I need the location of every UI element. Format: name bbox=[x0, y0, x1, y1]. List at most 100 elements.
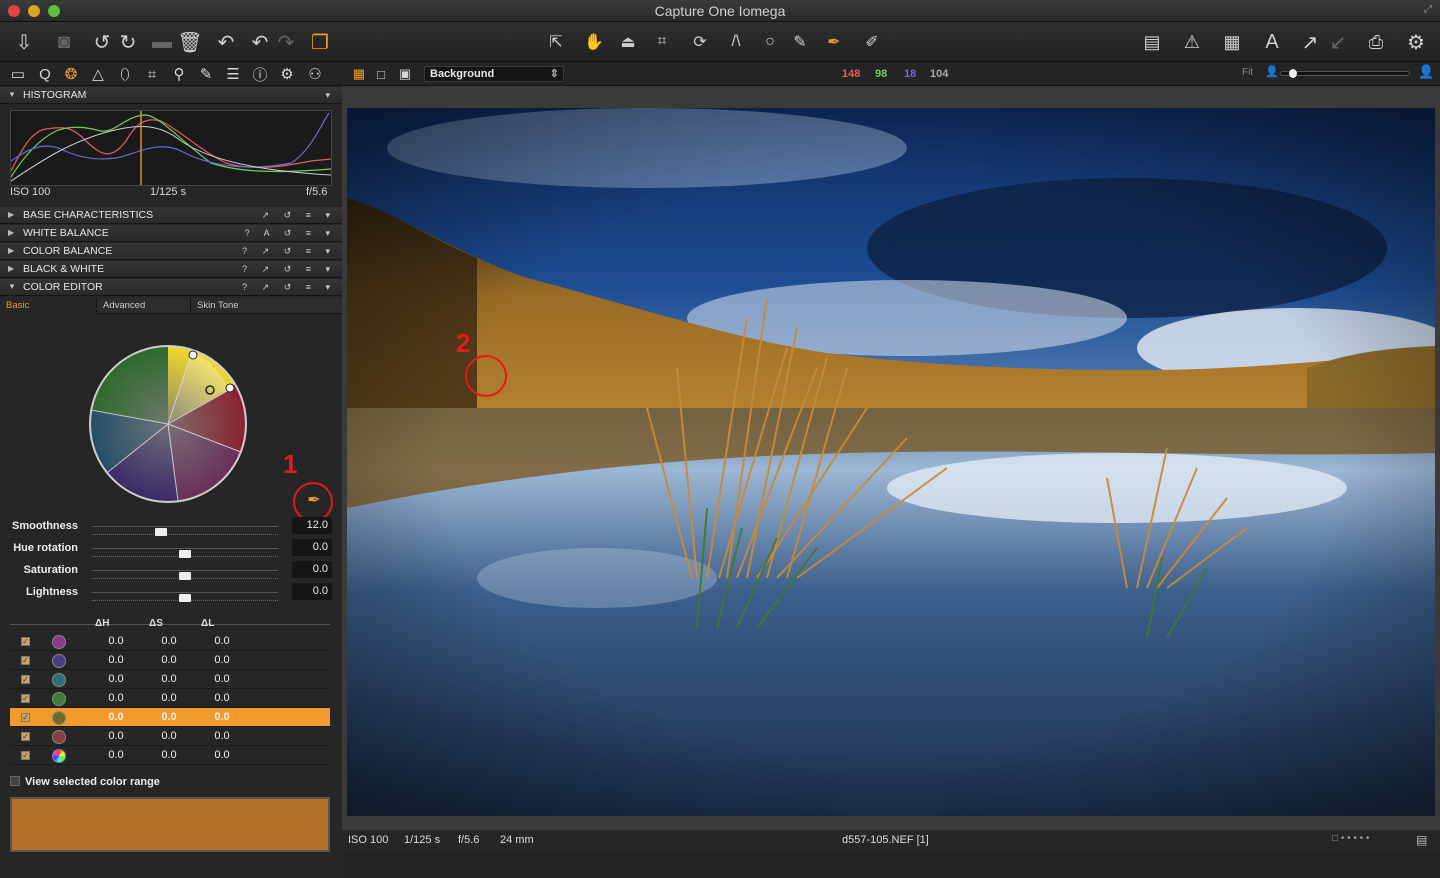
color-tag-icon[interactable]: ▤ bbox=[1416, 833, 1427, 847]
row-checkbox[interactable]: ✓ bbox=[21, 713, 30, 722]
single-view-icon[interactable]: □ bbox=[371, 65, 391, 83]
info-icon[interactable]: ⓘ bbox=[250, 65, 270, 84]
preferences-icon[interactable]: ⚙ bbox=[1402, 28, 1430, 56]
rating-icon[interactable]: □ • • • • • bbox=[1332, 833, 1369, 844]
white-balance-picker-icon[interactable]: ✐ bbox=[858, 28, 886, 56]
row-checkbox[interactable]: ✓ bbox=[21, 694, 30, 703]
focus-icon[interactable]: ⚲ bbox=[169, 65, 189, 83]
layout-icon[interactable]: ▤ bbox=[1138, 28, 1166, 56]
smoothness-knob[interactable] bbox=[154, 528, 167, 536]
grid-view-icon[interactable]: ▦ bbox=[349, 65, 369, 83]
section-controls[interactable]: ? ↗ ↺ ≡ ▾ bbox=[242, 279, 336, 295]
section-controls[interactable]: ↗ ↺ ≡ ▾ bbox=[262, 207, 336, 223]
row-dh[interactable]: 0.0 bbox=[96, 654, 136, 666]
redo-right-icon[interactable]: ↷ bbox=[272, 28, 300, 56]
row-dh[interactable]: 0.0 bbox=[96, 635, 136, 647]
keystone-icon[interactable]: /\ bbox=[722, 28, 750, 56]
row-dl[interactable]: 0.0 bbox=[202, 711, 242, 723]
row-checkbox[interactable]: ✓ bbox=[21, 751, 30, 760]
trash-icon[interactable]: 🗑 bbox=[176, 28, 204, 56]
white-balance-header[interactable]: ▶ WHITE BALANCE ? A ↺ ≡ ▾ bbox=[0, 225, 342, 242]
row-checkbox[interactable]: ✓ bbox=[21, 675, 30, 684]
lightness-knob[interactable] bbox=[179, 594, 191, 602]
row-ds[interactable]: 0.0 bbox=[149, 635, 189, 647]
section-controls[interactable]: ? ↗ ↺ ≡ ▾ bbox=[242, 243, 336, 259]
landscape-photo[interactable] bbox=[347, 108, 1435, 816]
lens-icon[interactable]: ⬯ bbox=[115, 65, 135, 83]
color-range-row[interactable]: ✓ 0.0 0.0 0.0 bbox=[10, 727, 330, 746]
histogram-header[interactable]: ▼ HISTOGRAM ▾ bbox=[0, 87, 342, 104]
black-white-header[interactable]: ▶ BLACK & WHITE ? ↗ ↺ ≡ ▾ bbox=[0, 261, 342, 278]
color-range-row[interactable]: ✓ 0.0 0.0 0.0 bbox=[10, 651, 330, 670]
crop-icon[interactable]: ⌗ bbox=[142, 65, 162, 83]
brush-icon[interactable]: ✎ bbox=[786, 28, 814, 56]
redo-left-icon[interactable]: ↶ bbox=[246, 28, 274, 56]
rotate-left-icon[interactable]: ↺ bbox=[88, 28, 116, 56]
color-wheel[interactable] bbox=[88, 344, 248, 504]
row-dh[interactable]: 0.0 bbox=[96, 749, 136, 761]
row-dl[interactable]: 0.0 bbox=[202, 692, 242, 704]
row-ds[interactable]: 0.0 bbox=[149, 673, 189, 685]
row-dl[interactable]: 0.0 bbox=[202, 654, 242, 666]
saturation-value[interactable]: 0.0 bbox=[292, 561, 332, 578]
camera-icon[interactable]: ◙ bbox=[50, 28, 78, 56]
hue-rotation-slider[interactable] bbox=[92, 548, 278, 549]
row-ds[interactable]: 0.0 bbox=[149, 749, 189, 761]
print-icon[interactable]: ⎙ bbox=[1362, 28, 1390, 56]
crop-icon[interactable]: ⌗ bbox=[648, 28, 676, 56]
saturation-knob[interactable] bbox=[179, 572, 191, 580]
tab-advanced[interactable]: Advanced bbox=[97, 298, 191, 314]
variants-icon[interactable]: ❐ bbox=[306, 28, 334, 56]
select-cursor-icon[interactable]: ⇱ bbox=[542, 28, 570, 56]
panel-menu-icon[interactable]: ▾ bbox=[325, 87, 336, 103]
background-select[interactable]: Background ⇕ bbox=[424, 66, 564, 82]
view-selected-checkbox[interactable] bbox=[10, 776, 20, 786]
view-selected-range-toggle[interactable]: View selected color range bbox=[10, 776, 160, 788]
row-dl[interactable]: 0.0 bbox=[202, 749, 242, 761]
tab-skin-tone[interactable]: Skin Tone bbox=[191, 298, 338, 314]
color-picker-icon[interactable]: ✒ bbox=[820, 28, 848, 56]
section-controls[interactable]: ? A ↺ ≡ ▾ bbox=[245, 225, 336, 241]
zoom-slider[interactable] bbox=[1280, 69, 1410, 78]
row-dl[interactable]: 0.0 bbox=[202, 673, 242, 685]
row-ds[interactable]: 0.0 bbox=[149, 711, 189, 723]
row-dl[interactable]: 0.0 bbox=[202, 730, 242, 742]
base-characteristics-header[interactable]: ▶ BASE CHARACTERISTICS ↗ ↺ ≡ ▾ bbox=[0, 207, 342, 224]
tab-basic[interactable]: Basic bbox=[0, 298, 97, 314]
hue-rotation-value[interactable]: 0.0 bbox=[292, 539, 332, 556]
lightness-slider[interactable] bbox=[92, 592, 278, 593]
rotate-right-icon[interactable]: ↻ bbox=[114, 28, 142, 56]
fullscreen-icon[interactable]: ⤢ bbox=[1424, 4, 1432, 15]
row-dh[interactable]: 0.0 bbox=[96, 730, 136, 742]
copy-adjustments-icon[interactable]: ↗ bbox=[1296, 28, 1324, 56]
zoom-slider-knob[interactable] bbox=[1289, 69, 1297, 78]
section-controls[interactable]: ? ↗ ↺ ≡ ▾ bbox=[242, 261, 336, 277]
color-icon[interactable]: ❂ bbox=[61, 65, 81, 83]
color-range-row[interactable]: ✓ 0.0 0.0 0.0 bbox=[10, 689, 330, 708]
row-dh[interactable]: 0.0 bbox=[96, 711, 136, 723]
row-ds[interactable]: 0.0 bbox=[149, 654, 189, 666]
metadata-icon[interactable]: ☰ bbox=[223, 65, 243, 83]
color-balance-header[interactable]: ▶ COLOR BALANCE ? ↗ ↺ ≡ ▾ bbox=[0, 243, 342, 260]
compare-view-icon[interactable]: ▣ bbox=[395, 65, 415, 83]
row-checkbox[interactable]: ✓ bbox=[21, 637, 30, 646]
undo-icon[interactable]: ↶ bbox=[212, 28, 240, 56]
hue-rotation-knob[interactable] bbox=[179, 550, 191, 558]
apply-adjustments-icon[interactable]: ↙ bbox=[1324, 28, 1352, 56]
row-ds[interactable]: 0.0 bbox=[149, 692, 189, 704]
exposure-warning-icon[interactable]: ⚠ bbox=[1178, 28, 1206, 56]
saturation-slider[interactable] bbox=[92, 570, 278, 571]
row-dh[interactable]: 0.0 bbox=[96, 673, 136, 685]
straighten-icon[interactable]: ⏏ bbox=[614, 28, 642, 56]
row-dl[interactable]: 0.0 bbox=[202, 635, 242, 647]
color-picker-eyedropper-icon[interactable]: ✒ bbox=[305, 492, 323, 510]
smoothness-slider[interactable] bbox=[92, 526, 278, 527]
pan-hand-icon[interactable]: ✋ bbox=[580, 28, 608, 56]
row-ds[interactable]: 0.0 bbox=[149, 730, 189, 742]
spot-removal-icon[interactable]: ○ bbox=[756, 28, 784, 56]
image-viewer[interactable]: 2 bbox=[342, 86, 1440, 878]
settings-icon[interactable]: ⚙ bbox=[277, 65, 297, 83]
smoothness-value[interactable]: 12.0 bbox=[292, 517, 332, 534]
exposure-icon[interactable]: △ bbox=[88, 65, 108, 83]
row-checkbox[interactable]: ✓ bbox=[21, 732, 30, 741]
